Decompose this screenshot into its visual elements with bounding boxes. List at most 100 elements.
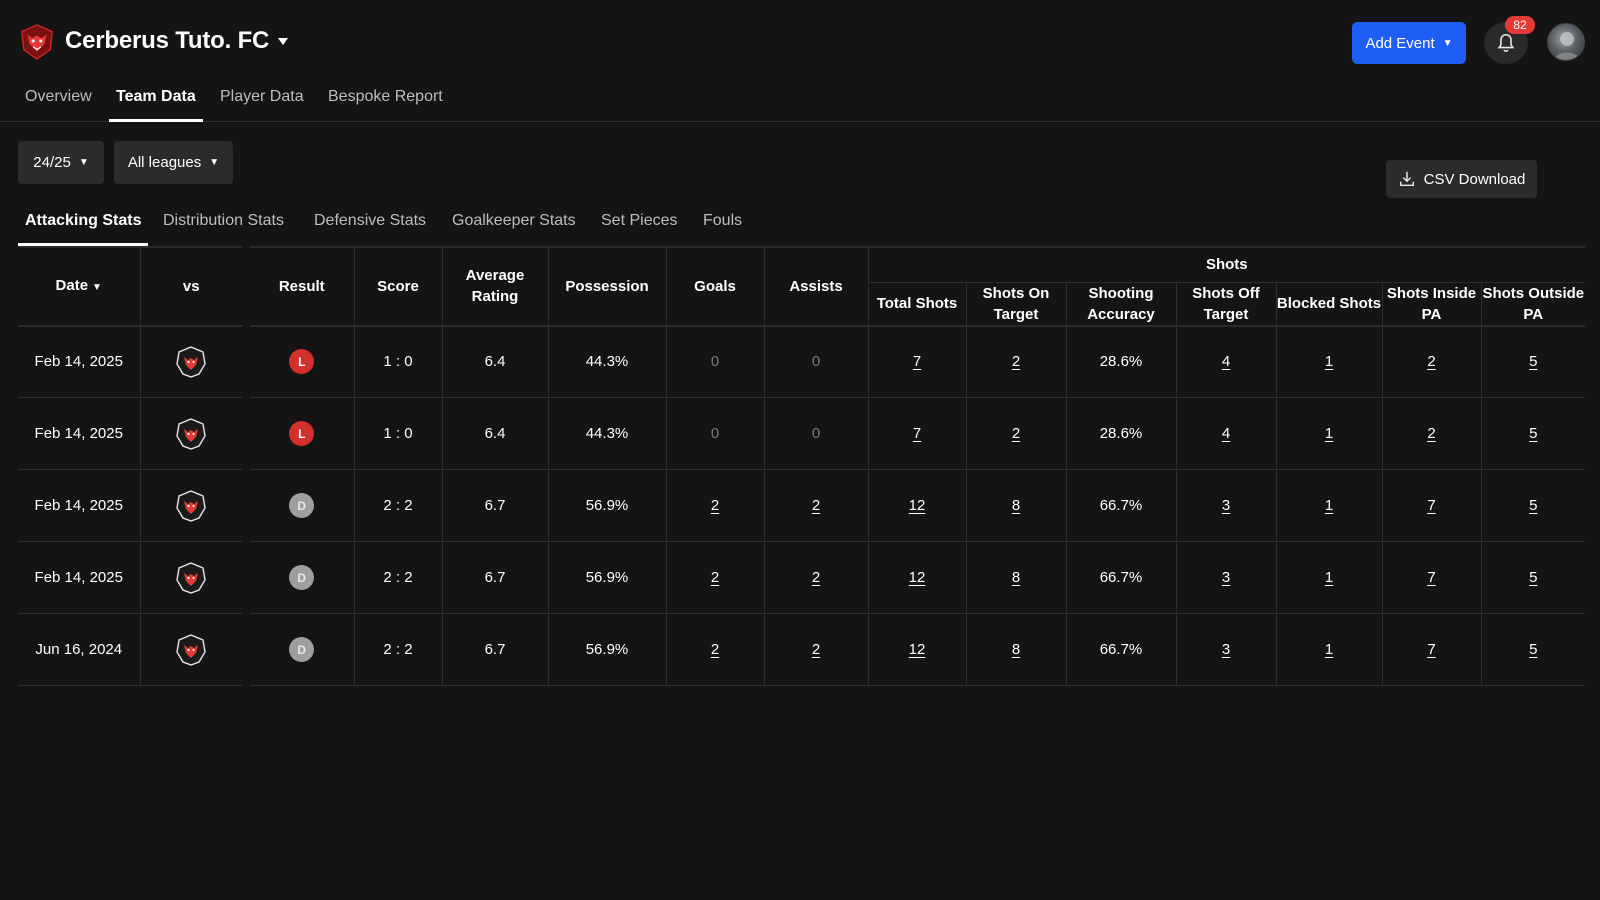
tab-team-data[interactable]: Team Data <box>109 88 203 122</box>
shots-off-target-link[interactable]: 4 <box>1222 425 1230 442</box>
cell-blocked-shots[interactable]: 1 <box>1276 325 1383 398</box>
cell-opponent[interactable] <box>140 613 246 686</box>
goals-value[interactable]: 2 <box>711 569 719 586</box>
sort-desc-icon[interactable]: ▼ <box>92 282 102 293</box>
cell-shots-inside-pa[interactable]: 7 <box>1382 469 1482 542</box>
shots-off-target-link[interactable]: 3 <box>1222 569 1230 586</box>
shots-inside-pa-link[interactable]: 7 <box>1427 497 1435 514</box>
cell-assists[interactable]: 2 <box>764 541 869 614</box>
shots-outside-pa-link[interactable]: 5 <box>1529 425 1537 442</box>
cell-assists[interactable]: 2 <box>764 469 869 542</box>
cell-shots-on-target[interactable]: 2 <box>966 325 1067 398</box>
csv-download-button[interactable]: CSV Download <box>1386 160 1537 198</box>
tab-goalkeeper-stats[interactable]: Goalkeeper Stats <box>445 212 583 246</box>
tab-attacking-stats[interactable]: Attacking Stats <box>18 212 149 246</box>
season-select[interactable]: 24/25 ▼ <box>18 141 104 184</box>
shots-on-target-link[interactable]: 2 <box>1012 353 1020 370</box>
shots-off-target-link[interactable]: 4 <box>1222 353 1230 370</box>
cell-shots-inside-pa[interactable]: 7 <box>1382 541 1482 614</box>
tab-bespoke-report[interactable]: Bespoke Report <box>321 88 450 122</box>
cell-shots-off-target[interactable]: 4 <box>1176 325 1277 398</box>
total-shots-link[interactable]: 12 <box>909 569 926 586</box>
cell-goals[interactable]: 2 <box>666 613 765 686</box>
blocked-shots-link[interactable]: 1 <box>1325 353 1333 370</box>
user-avatar[interactable] <box>1547 23 1585 61</box>
tab-distribution-stats[interactable]: Distribution Stats <box>156 212 291 246</box>
blocked-shots-link[interactable]: 1 <box>1325 425 1333 442</box>
table-row[interactable]: Feb 14, 2025 L 1 : 0 6.4 44.3% 0 0 7 2 28.6% 4 1 2 5 <box>18 397 1586 470</box>
cell-shots-off-target[interactable]: 3 <box>1176 541 1277 614</box>
cell-opponent[interactable] <box>140 397 246 470</box>
cell-goals[interactable]: 2 <box>666 541 765 614</box>
table-row[interactable]: Feb 14, 2025 D 2 : 2 6.7 56.9% 2 2 12 8 66.7% 3 1 7 5 <box>18 541 1586 614</box>
shots-on-target-link[interactable]: 8 <box>1012 497 1020 514</box>
cell-shots-inside-pa[interactable]: 2 <box>1382 325 1482 398</box>
cell-blocked-shots[interactable]: 1 <box>1276 469 1383 542</box>
tab-player-data[interactable]: Player Data <box>213 88 311 122</box>
cell-total-shots[interactable]: 7 <box>868 397 967 470</box>
club-switcher-caret-icon[interactable] <box>276 34 290 48</box>
blocked-shots-link[interactable]: 1 <box>1325 569 1333 586</box>
cell-shots-inside-pa[interactable]: 2 <box>1382 397 1482 470</box>
cell-blocked-shots[interactable]: 1 <box>1276 613 1383 686</box>
club-logo[interactable] <box>18 23 56 61</box>
shots-inside-pa-link[interactable]: 2 <box>1427 353 1435 370</box>
cell-total-shots[interactable]: 12 <box>868 613 967 686</box>
total-shots-link[interactable]: 7 <box>913 353 921 370</box>
shots-outside-pa-link[interactable]: 5 <box>1529 353 1537 370</box>
shots-on-target-link[interactable]: 8 <box>1012 641 1020 658</box>
cell-total-shots[interactable]: 12 <box>868 541 967 614</box>
cell-total-shots[interactable]: 12 <box>868 469 967 542</box>
cell-shots-outside-pa[interactable]: 5 <box>1481 397 1586 470</box>
cell-opponent[interactable] <box>140 541 246 614</box>
assists-value[interactable]: 2 <box>812 497 820 514</box>
cell-shots-inside-pa[interactable]: 7 <box>1382 613 1482 686</box>
blocked-shots-link[interactable]: 1 <box>1325 497 1333 514</box>
cell-opponent[interactable] <box>140 325 246 398</box>
league-select[interactable]: All leagues ▼ <box>114 141 233 184</box>
add-event-button[interactable]: Add Event ▼ <box>1352 22 1466 64</box>
tab-defensive-stats[interactable]: Defensive Stats <box>307 212 433 246</box>
tab-overview[interactable]: Overview <box>18 88 99 122</box>
assists-value[interactable]: 2 <box>812 641 820 658</box>
cell-shots-off-target[interactable]: 3 <box>1176 613 1277 686</box>
cell-shots-outside-pa[interactable]: 5 <box>1481 469 1586 542</box>
assists-value[interactable]: 2 <box>812 569 820 586</box>
cell-shots-outside-pa[interactable]: 5 <box>1481 613 1586 686</box>
cell-assists[interactable]: 2 <box>764 613 869 686</box>
blocked-shots-link[interactable]: 1 <box>1325 641 1333 658</box>
shots-on-target-link[interactable]: 2 <box>1012 425 1020 442</box>
tab-fouls[interactable]: Fouls <box>696 212 749 246</box>
shots-inside-pa-link[interactable]: 2 <box>1427 425 1435 442</box>
cell-blocked-shots[interactable]: 1 <box>1276 397 1383 470</box>
table-row[interactable]: Feb 14, 2025 L 1 : 0 6.4 44.3% 0 0 7 2 28.6% 4 1 2 5 <box>18 325 1586 398</box>
table-row[interactable]: Feb 14, 2025 D 2 : 2 6.7 56.9% 2 2 12 8 66.7% 3 1 7 5 <box>18 469 1586 542</box>
cell-shots-on-target[interactable]: 8 <box>966 613 1067 686</box>
shots-on-target-link[interactable]: 8 <box>1012 569 1020 586</box>
total-shots-link[interactable]: 12 <box>909 497 926 514</box>
total-shots-link[interactable]: 7 <box>913 425 921 442</box>
cell-shots-off-target[interactable]: 3 <box>1176 469 1277 542</box>
cell-shots-on-target[interactable]: 8 <box>966 541 1067 614</box>
shots-off-target-link[interactable]: 3 <box>1222 641 1230 658</box>
tab-set-pieces[interactable]: Set Pieces <box>594 212 684 246</box>
cell-shots-off-target[interactable]: 4 <box>1176 397 1277 470</box>
table-row[interactable]: Jun 16, 2024 D 2 : 2 6.7 56.9% 2 2 12 8 66.7% 3 1 7 5 <box>18 613 1586 686</box>
header-date[interactable]: Date ▼ <box>18 246 141 327</box>
shots-outside-pa-link[interactable]: 5 <box>1529 497 1537 514</box>
goals-value[interactable]: 2 <box>711 497 719 514</box>
shots-outside-pa-link[interactable]: 5 <box>1529 569 1537 586</box>
cell-shots-outside-pa[interactable]: 5 <box>1481 541 1586 614</box>
shots-inside-pa-link[interactable]: 7 <box>1427 569 1435 586</box>
cell-shots-outside-pa[interactable]: 5 <box>1481 325 1586 398</box>
shots-inside-pa-link[interactable]: 7 <box>1427 641 1435 658</box>
goals-value[interactable]: 2 <box>711 641 719 658</box>
cell-total-shots[interactable]: 7 <box>868 325 967 398</box>
cell-opponent[interactable] <box>140 469 246 542</box>
club-name[interactable]: Cerberus Tuto. FC <box>65 27 269 55</box>
shots-off-target-link[interactable]: 3 <box>1222 497 1230 514</box>
total-shots-link[interactable]: 12 <box>909 641 926 658</box>
cell-shots-on-target[interactable]: 2 <box>966 397 1067 470</box>
cell-blocked-shots[interactable]: 1 <box>1276 541 1383 614</box>
cell-goals[interactable]: 2 <box>666 469 765 542</box>
